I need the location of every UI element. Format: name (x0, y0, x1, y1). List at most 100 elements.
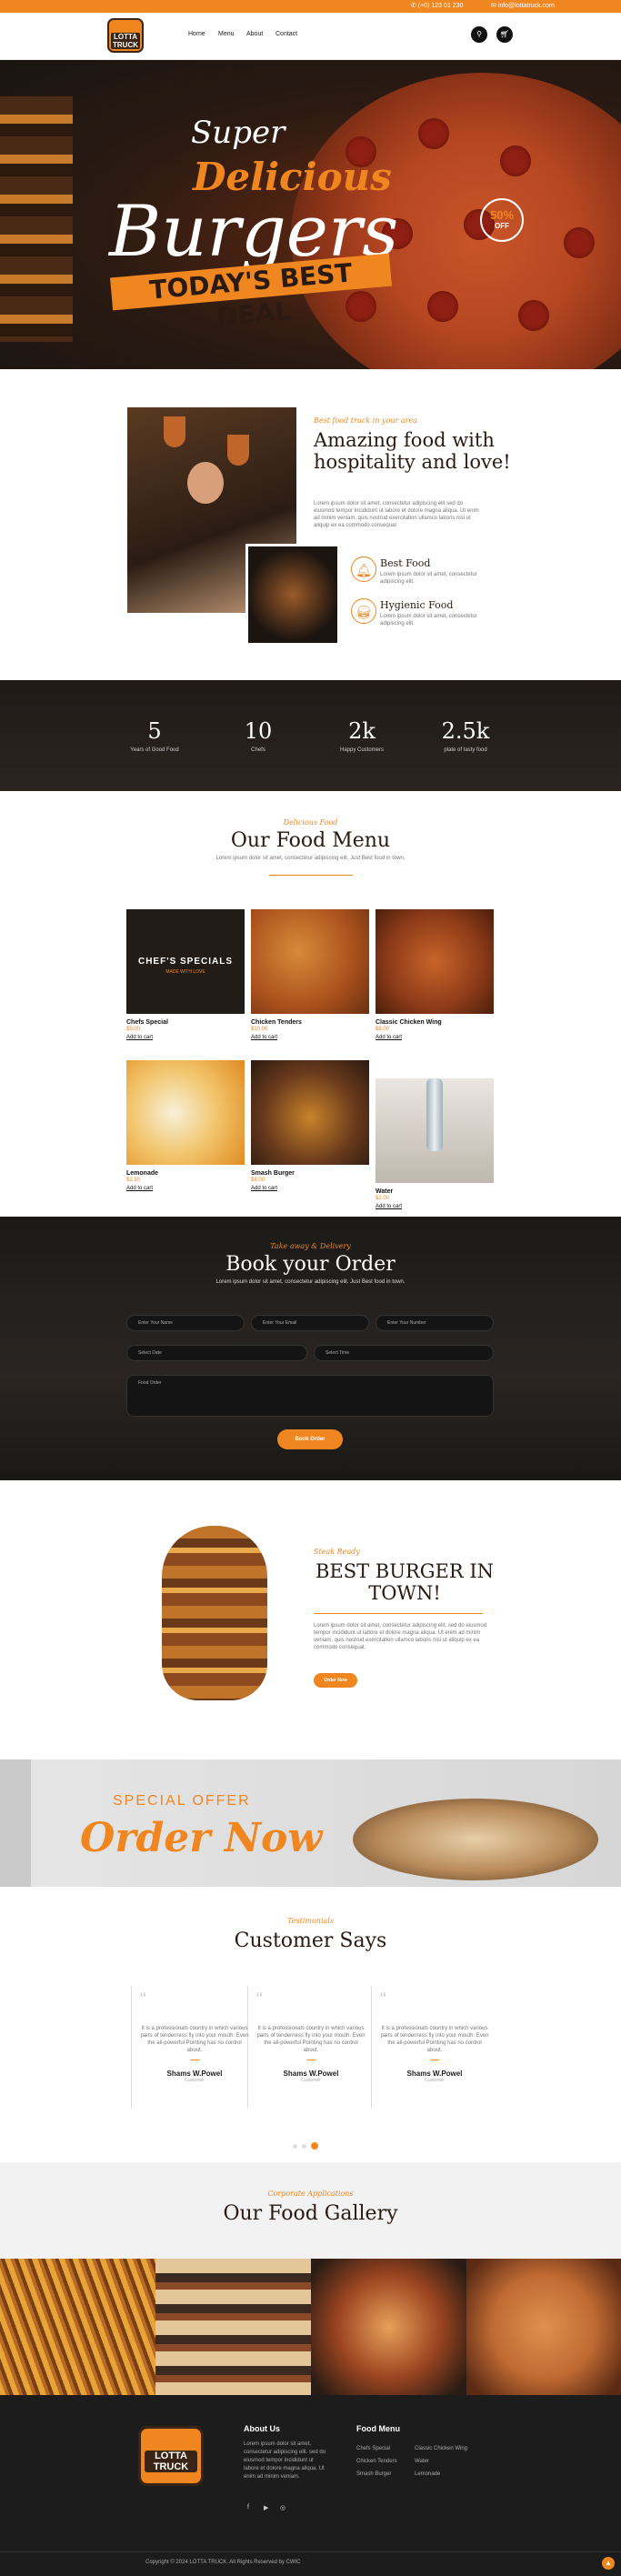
menu-item-name[interactable]: Lemonade (126, 1170, 245, 1177)
nav-about[interactable]: About (246, 31, 263, 37)
menu-item-price: $8.00 (251, 1178, 265, 1183)
menu-item-price: $8.00 (376, 1027, 390, 1032)
badge-percent: 50% (489, 208, 515, 222)
gallery-image[interactable] (0, 2259, 155, 2395)
nav-contact[interactable]: Contact (275, 31, 297, 37)
time-input[interactable]: Select Time (314, 1345, 494, 1361)
testimonial-quote: It is a professionals country in which v… (140, 2026, 249, 2053)
order-now-button[interactable]: Order Now (314, 1673, 357, 1688)
about-title: Amazing food with hospitality and love! (314, 429, 511, 473)
email-input[interactable]: Enter Your Email (251, 1315, 369, 1331)
book-order-button[interactable]: Book Order (277, 1429, 343, 1449)
scroll-top-button[interactable]: ▲ (602, 2557, 615, 2570)
site-footer (0, 2395, 621, 2576)
add-to-cart-link[interactable]: Add to cart (376, 1035, 494, 1040)
testimonial-card: “ It is a professionals country in which… (256, 1990, 366, 2083)
phone-input[interactable]: Enter Your Number (376, 1315, 494, 1331)
footer-menu-link[interactable]: Chefs Special (356, 2446, 390, 2451)
order-textarea[interactable]: Food Order (126, 1375, 494, 1417)
youtube-icon[interactable]: ▶ (264, 2504, 268, 2511)
email-address[interactable]: info@lottatruck.com (498, 3, 555, 9)
footer-menu-link[interactable]: Water (415, 2459, 429, 2464)
menu-item-name[interactable]: Smash Burger (251, 1170, 369, 1177)
cart-button[interactable]: 🛒︎ (496, 26, 513, 43)
facebook-icon[interactable]: f (247, 2504, 249, 2511)
cart-icon: 🛒︎ (499, 30, 510, 38)
stats-band (0, 680, 621, 791)
feature-desc: Lorem ipsum dolor sit amet, consectetur … (380, 614, 477, 626)
testimonials-script: Testimonials (287, 1917, 334, 1925)
gallery-image[interactable] (155, 2259, 311, 2395)
footer-menu-title: Food Menu (356, 2424, 400, 2433)
menu-card[interactable]: Water $2.00 Add to cart (376, 1060, 494, 1209)
footer-logo[interactable]: LOTTA TRUCK (138, 2426, 204, 2486)
best-script: Steak Ready (314, 1548, 360, 1556)
footer-menu-link[interactable]: Classic Chicken Wing (415, 2446, 467, 2451)
site-logo[interactable]: LOTTA TRUCK (107, 18, 144, 53)
about-script: Best food truck in your area (314, 416, 418, 425)
logo-text: LOTTA TRUCK (111, 33, 140, 49)
menu-item-name[interactable]: Chicken Tenders (251, 1019, 369, 1026)
carousel-dot[interactable] (293, 2144, 297, 2149)
menu-card[interactable]: Classic Chicken Wing $8.00 Add to cart (376, 909, 494, 1040)
gallery-image[interactable] (466, 2259, 621, 2395)
instagram-icon[interactable]: ◎ (280, 2504, 285, 2511)
footer-menu-link[interactable]: Smash Burger (356, 2471, 391, 2477)
stat-label: plate of tasty food (444, 747, 487, 753)
stat-number: 5 (147, 718, 162, 744)
menu-item-price: $2.50 (126, 1178, 141, 1183)
testimonial-role: Customer (425, 2078, 445, 2083)
menu-item-price: $10.00 (251, 1027, 268, 1032)
add-to-cart-link[interactable]: Add to cart (376, 1204, 494, 1209)
date-input[interactable]: Select Date (126, 1345, 307, 1361)
menu-card[interactable]: Lemonade $2.50 Add to cart (126, 1060, 245, 1191)
search-button[interactable]: ⚲ (471, 26, 487, 43)
menu-item-name[interactable]: Chefs Special (126, 1019, 245, 1026)
testimonial-role: Customer (185, 2078, 205, 2083)
burger-inset-image (245, 544, 340, 646)
menu-card[interactable]: Smash Burger $8.00 Add to cart (251, 1060, 369, 1191)
menu-card-image[interactable] (376, 909, 494, 1014)
carousel-dot-active[interactable] (311, 2142, 318, 2150)
stat-number: 10 (244, 718, 273, 744)
menu-card-image[interactable] (126, 1060, 245, 1165)
menu-card[interactable]: Chicken Tenders $10.00 Add to cart (251, 909, 369, 1040)
menu-item-name[interactable]: Classic Chicken Wing (376, 1019, 494, 1026)
copyright-text: Copyright © 2024 LOTTA TRUCK. All Rights… (145, 2560, 301, 2565)
booking-script: Take away & Delivery (270, 1242, 351, 1250)
menu-card-image[interactable] (251, 1060, 369, 1165)
carousel-dot[interactable] (302, 2144, 306, 2149)
gallery-title: Our Food Gallery (223, 2202, 398, 2225)
nav-home[interactable]: Home (188, 31, 205, 37)
menu-card[interactable]: CHEF'S SPECIALS MADE WITH LOVE Chefs Spe… (126, 909, 245, 1040)
sandwich-image (353, 1799, 598, 1880)
testimonial-name: Shams W.Powel (166, 2070, 223, 2078)
add-to-cart-link[interactable]: Add to cart (251, 1186, 369, 1191)
gallery-image[interactable] (311, 2259, 466, 2395)
email-text[interactable]: ✉ info@lottatruck.com (491, 2, 555, 9)
quote-icon: “ (256, 1990, 263, 2010)
footer-menu-link[interactable]: Chicken Tenders (356, 2459, 397, 2464)
add-to-cart-link[interactable]: Add to cart (126, 1186, 245, 1191)
nav-menu[interactable]: Menu (218, 31, 235, 37)
divider (314, 1613, 483, 1614)
menu-card-image[interactable] (376, 1078, 494, 1183)
phone-text[interactable]: ✆ (+0) 123 01 230 (411, 2, 463, 9)
footer-menu-link[interactable]: Lemonade (415, 2471, 440, 2477)
name-input[interactable]: Enter Your Name (126, 1315, 245, 1331)
menu-card-image[interactable] (251, 909, 369, 1014)
testimonial-quote: It is a professionals country in which v… (380, 2026, 489, 2053)
stat-label: Happy Customers (339, 747, 385, 753)
menu-item-name[interactable]: Water (376, 1188, 494, 1195)
add-to-cart-link[interactable]: Add to cart (126, 1035, 245, 1040)
menu-item-price: $5.00 (126, 1027, 141, 1032)
quote-icon: “ (140, 1990, 146, 2010)
booking-subtitle: Lorem ipsum dolor sit amet, consectetur … (215, 1279, 406, 1285)
phone-number[interactable]: (+0) 123 01 230 (418, 3, 464, 9)
add-to-cart-link[interactable]: Add to cart (251, 1035, 369, 1040)
feature-title: Hygienic Food (380, 599, 454, 611)
phone-icon: ✆ (411, 3, 418, 9)
chef-specials-overlay: CHEF'S SPECIALS (137, 957, 234, 967)
menu-card-image[interactable]: CHEF'S SPECIALS MADE WITH LOVE (126, 909, 245, 1014)
testimonial-role: Customer (301, 2078, 321, 2083)
